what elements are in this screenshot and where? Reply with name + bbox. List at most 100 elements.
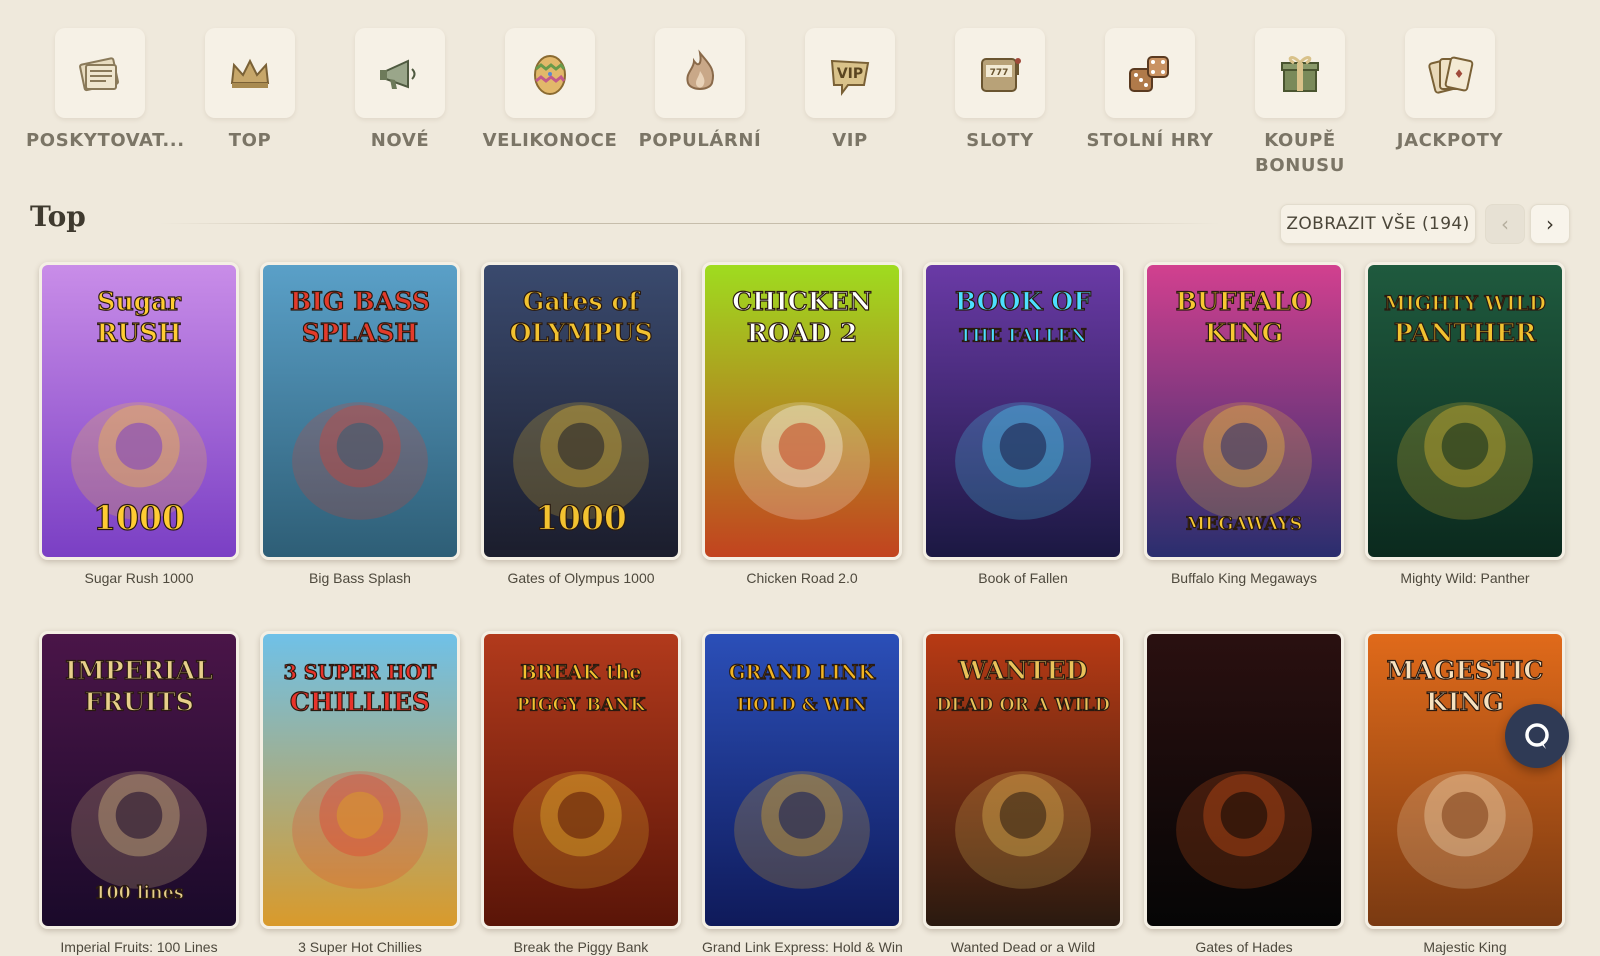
game-thumbnail[interactable]: IMPERIAL FRUITS 100 lines xyxy=(39,631,239,929)
category-4[interactable]: VELIKONOCE xyxy=(475,28,625,178)
svg-text:100 lines: 100 lines xyxy=(94,883,183,903)
newspaper-icon xyxy=(79,57,119,92)
game-title: Gates of Hades xyxy=(1195,939,1293,955)
megaphone-icon xyxy=(380,59,416,89)
svg-text:♦: ♦ xyxy=(1454,67,1465,81)
game-title: Majestic King xyxy=(1423,939,1507,955)
category-label: VELIKONOCE xyxy=(482,130,618,151)
game-thumbnail[interactable]: Gates of OLYMPUS 1000 xyxy=(481,262,681,560)
svg-text:OLYMPUS: OLYMPUS xyxy=(509,317,652,347)
category-tile[interactable]: 777 xyxy=(955,28,1045,118)
category-9[interactable]: KOUPĚ BONUSU xyxy=(1225,28,1375,178)
game-title: 3 Super Hot Chillies xyxy=(298,939,422,955)
category-tile[interactable] xyxy=(355,28,445,118)
svg-text:3 SUPER HOT: 3 SUPER HOT xyxy=(284,661,437,684)
game-card[interactable]: BREAK the PIGGY BANK Break the Piggy Bank xyxy=(481,631,681,955)
game-card[interactable]: BOOK OF THE FALLEN Book of Fallen xyxy=(923,262,1123,586)
gift-icon xyxy=(1281,56,1319,92)
game-thumbnail[interactable]: BREAK the PIGGY BANK xyxy=(481,631,681,929)
category-5[interactable]: POPULÁRNÍ xyxy=(625,28,775,178)
game-card[interactable]: BUFFALO KING MEGAWAYS Buffalo King Megaways xyxy=(1144,262,1344,586)
game-card[interactable]: Gates of Hades xyxy=(1144,631,1344,955)
svg-text:PANTHER: PANTHER xyxy=(1394,317,1537,347)
svg-text:WANTED: WANTED xyxy=(957,655,1087,685)
category-bar: POSKYTOVAT... TOP NOVÉ VELIKONOCE POPULÁRNÍ V… xyxy=(25,28,1525,178)
game-card[interactable]: Gates of OLYMPUS 1000 Gates of Olympus 1000 xyxy=(481,262,681,586)
category-tile[interactable] xyxy=(655,28,745,118)
category-tile[interactable] xyxy=(1105,28,1195,118)
category-tile[interactable] xyxy=(1255,28,1345,118)
category-6[interactable]: VIP VIP xyxy=(775,28,925,178)
game-thumbnail[interactable]: GRAND LINK HOLD & WIN xyxy=(702,631,902,929)
svg-text:IMPERIAL: IMPERIAL xyxy=(65,655,213,685)
game-thumbnail[interactable]: 3 SUPER HOT CHILLIES xyxy=(260,631,460,929)
category-3[interactable]: NOVÉ xyxy=(325,28,475,178)
category-8[interactable]: STOLNÍ HRY xyxy=(1075,28,1225,178)
category-label: TOP xyxy=(228,130,272,151)
game-card[interactable]: CHICKEN ROAD 2 Chicken Road 2.0 xyxy=(702,262,902,586)
svg-text:BUFFALO: BUFFALO xyxy=(1176,286,1313,316)
category-tile[interactable] xyxy=(205,28,295,118)
next-button[interactable]: › xyxy=(1530,204,1570,244)
category-1[interactable]: POSKYTOVAT... xyxy=(25,28,184,178)
category-tile[interactable] xyxy=(505,28,595,118)
svg-text:Sugar: Sugar xyxy=(97,286,181,316)
svg-text:SPLASH: SPLASH xyxy=(302,317,418,347)
game-card[interactable]: MAGESTIC KING Majestic King xyxy=(1365,631,1565,955)
game-title: Buffalo King Megaways xyxy=(1170,570,1318,586)
svg-text:777: 777 xyxy=(990,68,1009,78)
slot-machine-icon: 777 xyxy=(981,58,1021,92)
game-card[interactable]: MIGHTY WILD PANTHER Mighty Wild: Panther xyxy=(1365,262,1565,586)
prev-button[interactable]: ‹ xyxy=(1485,204,1525,244)
cards-icon: ♦ xyxy=(1428,56,1474,94)
game-card[interactable]: GRAND LINK HOLD & WIN Grand Link Express: … xyxy=(702,631,903,955)
svg-text:1000: 1000 xyxy=(535,498,627,537)
game-thumbnail[interactable]: WANTED DEAD OR A WILD xyxy=(923,631,1123,929)
category-label: KOUPĚ BONUSU xyxy=(1255,130,1345,176)
svg-text:ROAD 2: ROAD 2 xyxy=(747,317,858,347)
game-thumbnail[interactable] xyxy=(1144,631,1344,929)
game-title: Wanted Dead or a Wild xyxy=(950,939,1096,955)
game-title: Break the Piggy Bank xyxy=(513,939,649,955)
game-card[interactable]: Sugar RUSH 1000 Sugar Rush 1000 xyxy=(39,262,239,586)
category-2[interactable]: TOP xyxy=(175,28,325,178)
category-label: POPULÁRNÍ xyxy=(638,130,762,151)
vip-icon: VIP xyxy=(830,59,870,96)
game-card[interactable]: BIG BASS SPLASH Big Bass Splash xyxy=(260,262,460,586)
game-title: Book of Fallen xyxy=(978,570,1068,586)
chevron-left-icon: ‹ xyxy=(1501,212,1509,236)
game-title: Sugar Rush 1000 xyxy=(84,570,194,586)
crown-icon xyxy=(230,58,270,88)
svg-text:BOOK OF: BOOK OF xyxy=(955,286,1091,316)
svg-text:RUSH: RUSH xyxy=(97,317,182,347)
svg-text:KING: KING xyxy=(1205,317,1283,347)
game-thumbnail[interactable]: MAGESTIC KING xyxy=(1365,631,1565,929)
category-tile[interactable]: ♦ xyxy=(1405,28,1495,118)
game-thumbnail[interactable]: BIG BASS SPLASH xyxy=(260,262,460,560)
chat-button[interactable] xyxy=(1505,704,1569,768)
game-thumbnail[interactable]: MIGHTY WILD PANTHER xyxy=(1365,262,1565,560)
game-thumbnail[interactable]: Sugar RUSH 1000 xyxy=(39,262,239,560)
chevron-right-icon: › xyxy=(1546,212,1554,236)
game-thumbnail[interactable]: CHICKEN ROAD 2 xyxy=(702,262,902,560)
svg-text:DEAD OR A WILD: DEAD OR A WILD xyxy=(936,695,1110,715)
game-title: Chicken Road 2.0 xyxy=(746,570,858,586)
svg-text:BREAK the: BREAK the xyxy=(520,661,641,684)
category-7[interactable]: 777 SLOTY xyxy=(925,28,1075,178)
category-10[interactable]: ♦ JACKPOTY xyxy=(1375,28,1525,178)
svg-text:PIGGY BANK: PIGGY BANK xyxy=(517,695,647,715)
svg-text:CHILLIES: CHILLIES xyxy=(290,686,430,716)
view-all-button[interactable]: ZOBRAZIT VŠE (194) xyxy=(1280,204,1476,244)
game-card[interactable]: IMPERIAL FRUITS 100 lines Imperial Fruits: … xyxy=(39,631,239,955)
category-tile[interactable]: VIP xyxy=(805,28,895,118)
game-thumbnail[interactable]: BOOK OF THE FALLEN xyxy=(923,262,1123,560)
game-title: Mighty Wild: Panther xyxy=(1400,570,1530,586)
dice-icon xyxy=(1129,56,1169,92)
svg-text:KING: KING xyxy=(1426,686,1504,716)
category-tile[interactable] xyxy=(55,28,145,118)
game-thumbnail[interactable]: BUFFALO KING MEGAWAYS xyxy=(1144,262,1344,560)
category-label: SLOTY xyxy=(966,130,1034,151)
game-card[interactable]: 3 SUPER HOT CHILLIES 3 Super Hot Chillies xyxy=(260,631,460,955)
svg-text:THE FALLEN: THE FALLEN xyxy=(959,326,1086,346)
game-card[interactable]: WANTED DEAD OR A WILD Wanted Dead or a Wil… xyxy=(923,631,1123,955)
